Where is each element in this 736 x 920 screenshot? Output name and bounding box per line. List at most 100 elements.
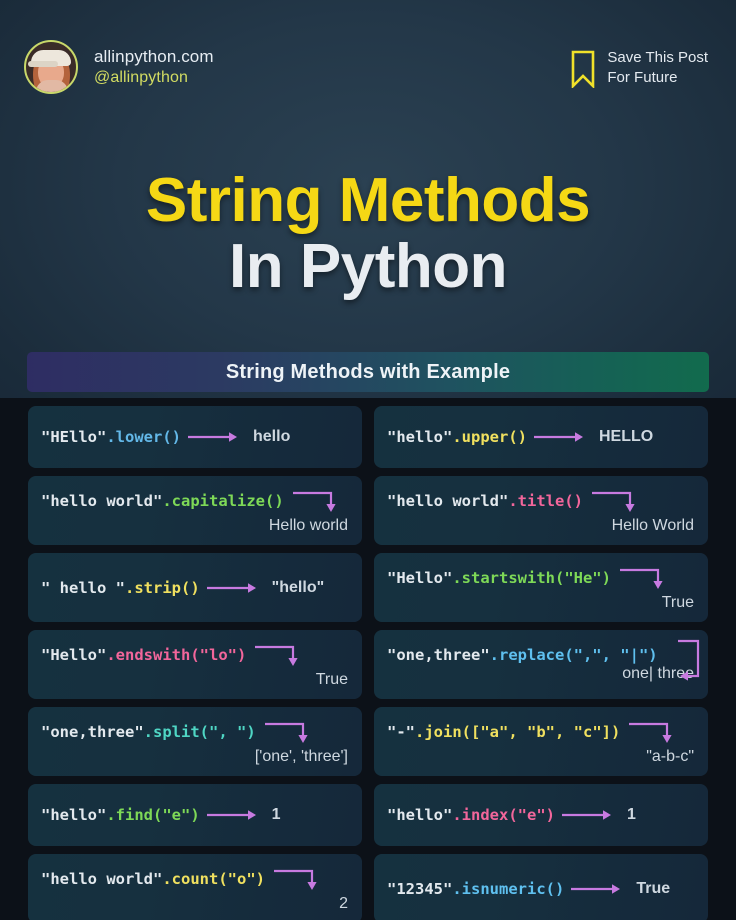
brand-block[interactable]: allinpython.com @allinpython (24, 40, 214, 94)
method-card-replace[interactable]: "one,three" .replace (",", "|") one| three (374, 630, 708, 699)
result-row: Hello World (387, 517, 696, 535)
code-string-literal: "one,three" (41, 723, 144, 741)
method-card-upper[interactable]: "hello" .upper() HELLO (374, 406, 708, 468)
arrow-elbow-down-icon (274, 869, 317, 890)
avatar-body (36, 80, 68, 92)
result-row: True (387, 594, 696, 612)
method-result: 2 (339, 895, 348, 912)
method-card-split[interactable]: "one,three" .split (", ") ['one', 'three'] (28, 707, 362, 776)
poster-canvas: allinpython.com @allinpython Save This P… (0, 0, 736, 920)
section-banner: String Methods with Example (27, 352, 709, 392)
code-string-literal: "hello world" (41, 492, 163, 510)
method-card-strip[interactable]: " hello " .strip() "hello" (28, 553, 362, 622)
code-method-args: () (508, 428, 527, 446)
arrow-elbow-down-icon (629, 722, 672, 743)
arrow-elbow-down-icon (264, 722, 308, 743)
result-row: one| three (387, 665, 696, 683)
code-row: "hello" .upper() HELLO (387, 428, 696, 446)
arrow-elbow-down-icon (619, 568, 663, 589)
code-method-args: () (264, 492, 284, 510)
arrow-right-icon (534, 432, 583, 442)
code-method-name: .index (452, 806, 509, 824)
code-method-args: ("e") (508, 806, 555, 824)
result-row: ['one', 'three'] (41, 748, 350, 766)
code-string-literal: "HEllo" (41, 428, 107, 446)
method-result: True (315, 671, 348, 688)
code-row: "hello world" .title() Hello World (387, 486, 696, 535)
code-method-args: () (545, 879, 565, 898)
arrow-right-icon (562, 810, 611, 820)
method-result: True (636, 879, 671, 897)
code-string-literal: "hello world" (387, 492, 509, 510)
code-method-args: (["a", "b", "c"]) (461, 723, 621, 741)
avatar-cap-brim (28, 61, 58, 67)
arrow-elbow-down-icon (592, 491, 635, 512)
code-string-literal: "hello" (387, 806, 453, 824)
code-row: "hello" .find ("e") 1 (41, 806, 350, 824)
method-card-join[interactable]: "-" .join (["a", "b", "c"]) "a-b-c" (374, 707, 708, 776)
method-result: ['one', 'three'] (254, 748, 348, 765)
method-card-capitalize[interactable]: "hello world" .capitalize() Hello world (28, 476, 362, 545)
method-card-count[interactable]: "hello world" .count ("o") 2 (28, 854, 362, 920)
site-name: allinpython.com (94, 47, 214, 67)
method-card-index[interactable]: "hello" .index ("e") 1 (374, 784, 708, 846)
code-expression: "one,three" .split (", ") (41, 717, 350, 747)
code-expression: "-" .join (["a", "b", "c"]) (387, 717, 696, 747)
code-row: "HEllo" .lower() hello (41, 428, 350, 446)
code-method-args: ("lo") (190, 646, 247, 664)
code-row: "Hello" .startswith ("He") True (387, 563, 696, 612)
code-method-args: () (181, 578, 200, 597)
method-result: HELLO (599, 428, 654, 445)
method-result: Hello World (611, 517, 694, 534)
method-card-isnumeric[interactable]: "12345" .isnumeric() True (374, 854, 708, 920)
code-string-literal: "hello" (41, 806, 107, 824)
code-expression: "hello world" .title() (387, 486, 696, 516)
code-string-literal: "one,three" (387, 646, 490, 664)
result-row: True (41, 671, 350, 689)
arrow-elbow-down-icon (292, 491, 336, 512)
back-arrow-holder (672, 638, 702, 689)
code-row: "hello world" .capitalize() Hello world (41, 486, 350, 535)
code-string-literal: "hello world" (41, 870, 163, 888)
save-post-line1: Save This Post (607, 49, 708, 66)
code-row: "one,three" .replace (",", "|") one| three (387, 646, 696, 683)
method-result: 1 (271, 806, 281, 823)
method-result: True (661, 594, 694, 611)
method-card-lower[interactable]: "HEllo" .lower() hello (28, 406, 362, 468)
arrow-right-icon (571, 883, 621, 894)
code-method-args: () (564, 492, 583, 510)
code-method-name: .capitalize (162, 492, 265, 510)
code-method-name: .isnumeric (452, 879, 546, 898)
save-post-line2: For Future (607, 68, 678, 86)
section-banner-label: String Methods with Example (225, 360, 511, 383)
brand-text: allinpython.com @allinpython (94, 46, 214, 87)
code-string-literal: "-" (387, 723, 415, 741)
bookmark-icon[interactable] (571, 50, 595, 88)
code-row: "12345" .isnumeric() True (387, 880, 696, 898)
code-method-args: () (162, 428, 181, 446)
code-method-args: ("o") (218, 870, 265, 888)
code-row: "hello world" .count ("o") 2 (41, 864, 350, 913)
arrow-right-icon (188, 432, 237, 442)
code-method-name: .startswith (452, 569, 555, 587)
method-card-title[interactable]: "hello world" .title() Hello World (374, 476, 708, 545)
arrow-right-icon (206, 582, 256, 593)
code-expression: "one,three" .replace (",", "|") (387, 646, 696, 664)
save-post-block[interactable]: Save This Post For Future (571, 48, 708, 88)
arrow-elbow-down-icon (255, 645, 298, 666)
code-method-name: .count (162, 870, 219, 888)
code-method-args: (",", "|") (564, 646, 658, 664)
code-method-name: .strip (125, 578, 181, 597)
method-card-startswith[interactable]: "Hello" .startswith ("He") True (374, 553, 708, 622)
result-row: Hello world (41, 517, 350, 535)
code-row: "-" .join (["a", "b", "c"]) "a-b-c" (387, 717, 696, 766)
method-card-find[interactable]: "hello" .find ("e") 1 (28, 784, 362, 846)
header-bar: allinpython.com @allinpython Save This P… (0, 36, 736, 98)
arrow-elbow-left-icon (678, 639, 700, 681)
method-card-grid: "HEllo" .lower() hello "hello" .upper() HELLO… (28, 406, 708, 920)
code-method-args: ("He") (554, 569, 611, 587)
method-card-endswith[interactable]: "Hello" .endswith ("lo") True (28, 630, 362, 699)
code-method-name: .split (143, 723, 200, 741)
page-title: String Methods In Python (0, 168, 736, 301)
code-string-literal: "12345" (387, 879, 453, 898)
